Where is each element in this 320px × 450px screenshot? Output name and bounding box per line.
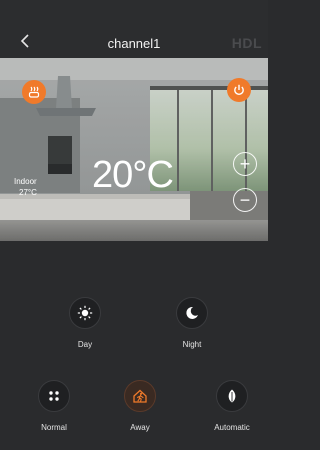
minus-icon: − bbox=[239, 190, 251, 210]
increase-temp-button[interactable]: + bbox=[233, 152, 257, 176]
mode-normal-button[interactable] bbox=[38, 380, 70, 412]
mode-away-label: Away bbox=[130, 423, 150, 432]
mode-day-label: Day bbox=[77, 340, 93, 349]
mode-normal[interactable]: Normal bbox=[14, 380, 94, 432]
indoor-label: Indoor bbox=[14, 177, 37, 186]
mode-day-button[interactable] bbox=[69, 297, 101, 329]
brand-logo: HDL bbox=[231, 35, 262, 51]
mode-night-button[interactable] bbox=[176, 297, 208, 329]
decrease-temp-button[interactable]: − bbox=[233, 188, 257, 212]
mode-automatic-button[interactable] bbox=[216, 380, 248, 412]
mode-away[interactable]: Away bbox=[100, 380, 180, 432]
thermostat-mode-button[interactable] bbox=[22, 80, 46, 104]
room-image-panel: Indoor 27°C 20°C + − bbox=[0, 58, 268, 241]
set-temperature: 20°C bbox=[92, 154, 174, 196]
moon-icon bbox=[186, 306, 198, 319]
indoor-temperature: Indoor 27°C bbox=[14, 176, 37, 198]
page-title: channel1 bbox=[107, 36, 161, 51]
power-button[interactable] bbox=[227, 78, 251, 102]
heater-icon bbox=[28, 86, 40, 98]
away-icon bbox=[133, 389, 147, 403]
app-header: channel1 HDL bbox=[0, 0, 268, 58]
dots-icon bbox=[49, 391, 59, 401]
mode-away-button[interactable] bbox=[124, 380, 156, 412]
mode-night-label: Night bbox=[182, 340, 202, 349]
mode-night[interactable]: Night bbox=[152, 297, 232, 349]
sun-icon bbox=[77, 305, 93, 321]
mode-day[interactable]: Day bbox=[45, 297, 125, 349]
power-icon bbox=[234, 84, 244, 96]
mode-automatic-label: Automatic bbox=[214, 423, 250, 432]
indoor-temp-value: 27°C bbox=[19, 188, 37, 197]
plus-icon: + bbox=[239, 154, 251, 174]
leaf-icon bbox=[228, 389, 236, 403]
mode-normal-label: Normal bbox=[41, 423, 67, 432]
mode-automatic[interactable]: Automatic bbox=[192, 380, 272, 432]
